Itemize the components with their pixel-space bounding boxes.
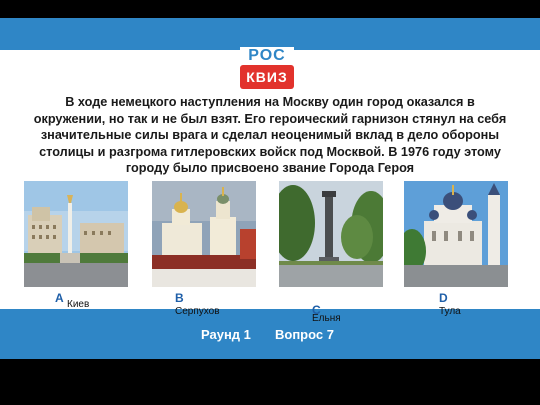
- question-number-label: Вопрос 7: [275, 327, 334, 342]
- round-label: Раунд 1: [201, 327, 251, 342]
- option-c-label[interactable]: Ельня: [312, 313, 341, 324]
- option-b-photo[interactable]: [152, 181, 256, 287]
- option-a-letter[interactable]: A: [55, 291, 64, 305]
- option-d-photo[interactable]: [404, 181, 508, 287]
- option-a-photo[interactable]: [24, 181, 128, 287]
- option-b-letter[interactable]: B: [175, 291, 184, 305]
- option-c-photo[interactable]: [279, 181, 383, 287]
- logo-bottom-text: КВИЗ: [240, 65, 294, 89]
- option-d-label[interactable]: Тула: [439, 306, 461, 317]
- logo-top-text: РОС: [240, 47, 294, 65]
- option-d-letter[interactable]: D: [439, 291, 448, 305]
- question-text: В ходе немецкого наступления на Москву о…: [33, 95, 507, 175]
- option-b-label[interactable]: Серпухов: [175, 306, 220, 317]
- roskviz-logo: РОС КВИЗ: [240, 47, 294, 91]
- option-a-label[interactable]: Киев: [67, 299, 89, 310]
